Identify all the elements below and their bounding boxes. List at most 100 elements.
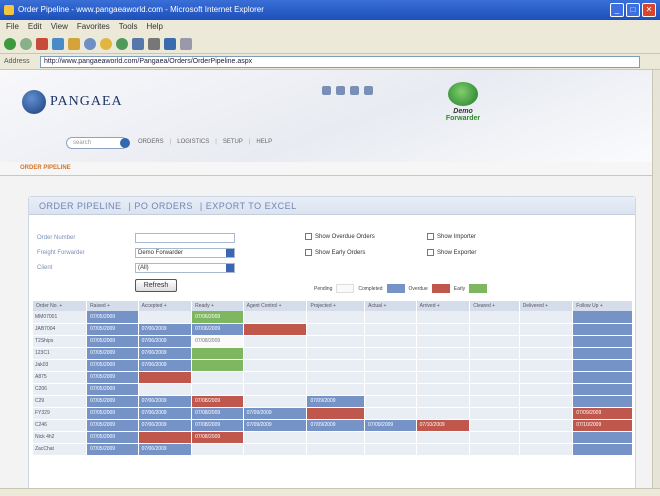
tab-po-orders[interactable]: PO ORDERS (134, 201, 193, 211)
client-select[interactable]: (All) (135, 263, 235, 273)
order-number-cell[interactable]: C246 (33, 419, 88, 432)
status-cell[interactable]: 07/06/2009 (138, 443, 193, 456)
status-cell[interactable]: 07/09/2009 (572, 407, 633, 420)
table-row[interactable]: ZacChat 07/05/2009 07/06/2009 (33, 443, 633, 456)
maximize-button[interactable]: □ (626, 3, 640, 17)
col-cleared[interactable]: Cleared + (469, 301, 520, 311)
print-icon[interactable] (336, 86, 345, 95)
discuss-icon[interactable] (180, 37, 192, 50)
status-cell[interactable]: 07/09/2009 (306, 419, 366, 432)
close-button[interactable]: ✕ (642, 3, 656, 17)
status-cell[interactable]: 07/05/2009 (86, 395, 139, 408)
status-cell[interactable]: 07/06/2009 (138, 407, 193, 420)
favorites-icon[interactable] (100, 37, 112, 50)
status-cell[interactable]: 07/06/2009 (191, 311, 244, 324)
tab-export-to-excel[interactable]: EXPORT TO EXCEL (206, 201, 297, 211)
order-number-cell[interactable]: Jak03 (33, 359, 88, 372)
stop-icon[interactable] (36, 37, 48, 50)
refresh-icon[interactable] (52, 37, 64, 50)
col-ready[interactable]: Ready + (191, 301, 244, 311)
refresh-button[interactable]: Refresh (135, 279, 177, 292)
order-number-cell[interactable]: FY329 (33, 407, 88, 420)
status-cell[interactable]: 07/05/2009 (86, 383, 139, 396)
status-cell[interactable]: 07/05/2009 (86, 407, 139, 420)
show-early-checkbox[interactable]: Show Early Orders (305, 249, 365, 256)
forward-icon[interactable] (20, 37, 32, 50)
status-cell[interactable]: 07/05/2009 (86, 431, 139, 444)
forwarder-select[interactable]: Demo Forwarder (135, 248, 235, 258)
site-search-input[interactable]: search (66, 137, 128, 149)
col-delivered[interactable]: Delivered + (519, 301, 574, 311)
status-cell[interactable]: 07/08/2009 (191, 419, 244, 432)
table-row[interactable]: Nick 4h2 07/05/2009 07/08/2009 (33, 431, 633, 444)
mail-icon[interactable] (132, 37, 144, 50)
order-number-cell[interactable]: Nick 4h2 (33, 431, 88, 444)
search-button[interactable] (120, 138, 130, 148)
menu-favorites[interactable]: Favorites (77, 20, 110, 34)
show-exporter-checkbox[interactable]: Show Exporter (427, 249, 476, 256)
vertical-scrollbar[interactable] (652, 70, 660, 488)
table-row[interactable]: JAB7004 07/05/2009 07/06/2009 07/06/2009 (33, 323, 633, 336)
order-number-cell[interactable]: A875 (33, 371, 88, 384)
status-cell[interactable]: 07/10/2009 (416, 419, 471, 432)
status-cell[interactable]: 07/05/2009 (86, 443, 139, 456)
address-input[interactable]: http://www.pangaeaworld.com/Pangaea/Orde… (40, 56, 640, 68)
status-cell[interactable]: 07/08/2009 (191, 431, 244, 444)
status-cell[interactable]: 07/06/2009 (138, 419, 193, 432)
status-cell[interactable]: 07/08/2009 (191, 335, 244, 348)
col-follow-up[interactable]: Follow Up + (572, 301, 633, 311)
status-cell[interactable]: 07/05/2009 (86, 335, 139, 348)
status-cell[interactable]: 07/05/2009 (86, 371, 139, 384)
print-icon[interactable] (148, 37, 160, 50)
search-icon[interactable] (84, 37, 96, 50)
status-cell[interactable]: 07/06/2009 (138, 323, 193, 336)
nav-help[interactable]: HELP (249, 139, 272, 145)
nav-logistics[interactable]: LOGISTICS (170, 139, 209, 145)
back-icon[interactable] (4, 37, 16, 50)
menu-help[interactable]: Help (146, 20, 162, 34)
menu-view[interactable]: View (51, 20, 68, 34)
status-cell[interactable]: 07/09/2009 (243, 407, 308, 420)
show-overdue-checkbox[interactable]: Show Overdue Orders (305, 233, 375, 240)
status-cell[interactable]: 07/10/2009 (572, 419, 633, 432)
table-row[interactable]: A875 07/05/2009 (33, 371, 633, 384)
status-cell[interactable]: 07/06/2009 (138, 335, 193, 348)
status-cell[interactable]: 07/06/2009 (191, 323, 244, 336)
edit-icon[interactable] (164, 37, 176, 50)
status-cell[interactable]: 07/08/2009 (191, 395, 244, 408)
table-row[interactable]: C246 07/05/2009 07/06/2009 07/08/2009 07/09/… (33, 419, 633, 432)
status-cell[interactable]: 07/06/2009 (138, 395, 193, 408)
table-row[interactable]: T2Ships 07/05/2009 07/06/2009 07/08/2009 (33, 335, 633, 348)
col-projected[interactable]: Projected + (306, 301, 366, 311)
order-number-cell[interactable]: JAB7004 (33, 323, 88, 336)
minimize-button[interactable]: _ (610, 3, 624, 17)
status-cell[interactable]: 07/09/2009 (243, 419, 308, 432)
logout-icon[interactable] (364, 86, 373, 95)
col-arrived[interactable]: Arrived + (416, 301, 471, 311)
order-number-input[interactable] (135, 233, 235, 243)
order-number-cell[interactable]: C29 (33, 395, 88, 408)
tab-order-pipeline[interactable]: ORDER PIPELINE (39, 201, 122, 211)
mail-icon[interactable] (322, 86, 331, 95)
status-cell[interactable]: 07/05/2009 (86, 359, 139, 372)
status-cell[interactable]: 07/05/2009 (86, 347, 139, 360)
col-actual[interactable]: Actual + (364, 301, 417, 311)
table-row[interactable]: C29 07/05/2009 07/06/2009 07/08/2009 07/09/2… (33, 395, 633, 408)
order-number-cell[interactable]: MM07001 (33, 311, 88, 324)
status-cell[interactable]: 07/05/2009 (86, 311, 139, 324)
site-logo[interactable]: PANGAEA (22, 90, 123, 114)
table-row[interactable]: 123C1 07/05/2009 07/06/2009 (33, 347, 633, 360)
nav-orders[interactable]: ORDERS (138, 139, 164, 145)
status-cell[interactable]: 07/05/2009 (86, 419, 139, 432)
col-raised[interactable]: Raised + (86, 301, 139, 311)
order-number-cell[interactable]: 123C1 (33, 347, 88, 360)
menu-tools[interactable]: Tools (119, 20, 138, 34)
col-agent-control[interactable]: Agent Control + (243, 301, 308, 311)
help-icon[interactable] (350, 86, 359, 95)
status-cell[interactable]: 07/08/2009 (191, 407, 244, 420)
status-cell[interactable]: 07/09/2009 (364, 419, 417, 432)
history-icon[interactable] (116, 37, 128, 50)
order-number-cell[interactable]: C206 (33, 383, 88, 396)
status-cell[interactable]: 07/05/2009 (86, 323, 139, 336)
table-row[interactable]: FY329 07/05/2009 07/06/2009 07/08/2009 07/09… (33, 407, 633, 420)
